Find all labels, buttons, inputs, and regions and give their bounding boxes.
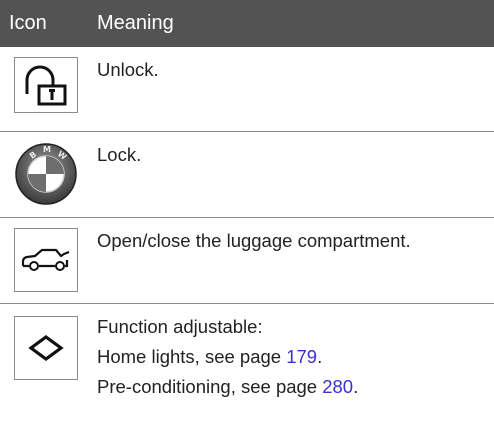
table-header: Icon Meaning	[0, 0, 494, 47]
icon-cell	[0, 304, 97, 433]
bmw-roundel-icon: B M W	[14, 142, 78, 206]
meaning-cell: Unlock.	[97, 47, 494, 131]
reference-text: Home lights, see page	[97, 346, 287, 367]
unlock-padlock-icon	[14, 57, 78, 113]
home-lights-reference: Home lights, see page 179.	[97, 342, 494, 372]
meaning-cell: Function adjustable: Home lights, see pa…	[97, 304, 494, 433]
icon-cell	[0, 47, 97, 131]
reference-suffix: .	[353, 376, 359, 397]
table-row-lock: B M W Lock.	[0, 132, 494, 218]
svg-text:M: M	[43, 145, 51, 154]
meaning-text: Open/close the luggage compartment.	[97, 230, 411, 251]
meaning-text: Unlock.	[97, 59, 159, 80]
table-row-unlock: Unlock.	[0, 47, 494, 132]
column-header-icon: Icon	[9, 12, 47, 34]
icon-meaning-table: Icon Meaning Unlock. B M W Lock. Open/cl…	[0, 0, 494, 433]
preconditioning-reference: Pre-conditioning, see page 280.	[97, 372, 494, 402]
diamond-icon	[14, 316, 78, 380]
meaning-text: Function adjustable:	[97, 316, 263, 337]
page-link-179[interactable]: 179	[286, 346, 317, 367]
table-row-luggage: Open/close the luggage compartment.	[0, 218, 494, 304]
page-link-280[interactable]: 280	[322, 376, 353, 397]
reference-text: Pre-conditioning, see page	[97, 376, 323, 397]
meaning-text: Lock.	[97, 144, 142, 165]
meaning-cell: Open/close the luggage compartment.	[97, 218, 494, 303]
column-header-meaning: Meaning	[97, 12, 174, 34]
icon-cell	[0, 218, 97, 303]
table-row-function: Function adjustable: Home lights, see pa…	[0, 304, 494, 433]
reference-suffix: .	[317, 346, 323, 367]
car-trunk-open-icon	[14, 228, 78, 292]
meaning-cell: Lock.	[97, 132, 494, 217]
icon-cell: B M W	[0, 132, 97, 217]
